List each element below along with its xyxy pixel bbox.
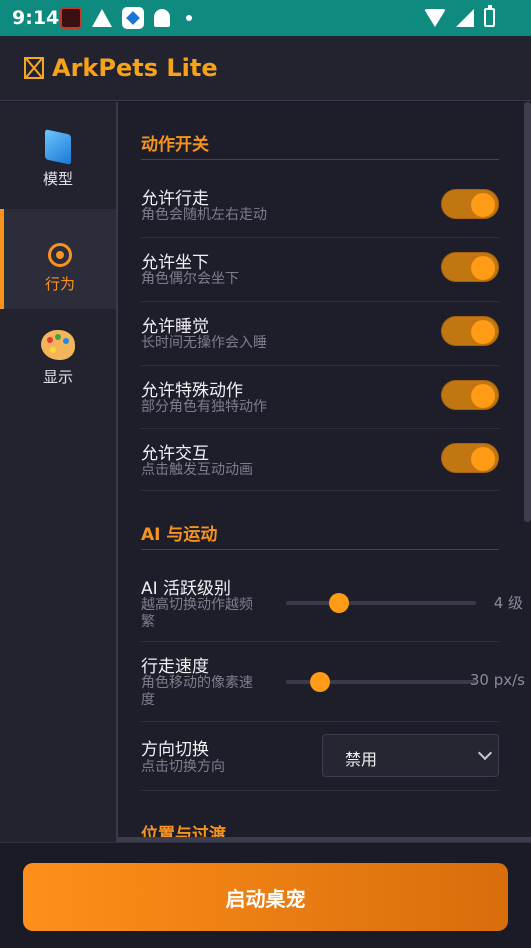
sidebar-item-model[interactable]: 模型 (0, 102, 116, 202)
speed-value: 30 px/s (469, 671, 525, 689)
setting-row-sit: 允许坐下 角色偶尔会坐下 (141, 238, 499, 302)
app-notification-icon (60, 7, 82, 29)
activity-slider[interactable] (286, 593, 476, 613)
gear-icon (48, 243, 72, 267)
status-system-icons (424, 5, 495, 27)
setting-title: 行走速度 (141, 657, 209, 677)
setting-subtitle: 长时间无操作会入睡 (141, 335, 267, 351)
app-title: ArkPets Lite (52, 54, 218, 82)
status-time: 9:14 (12, 7, 60, 29)
setting-title: 允许坐下 (141, 253, 209, 273)
speed-slider[interactable] (286, 672, 476, 692)
section-title-ai: AI 与运动 (141, 525, 218, 545)
folder-icon (45, 129, 71, 165)
setting-row-direction: 方向切换 点击切换方向 禁用 (141, 722, 499, 791)
setting-row-sleep: 允许睡觉 长时间无操作会入睡 (141, 302, 499, 366)
sidebar: 模型 行为 显示 (0, 102, 116, 842)
wifi-icon (424, 8, 446, 27)
warning-icon (92, 9, 112, 27)
setting-row-interact: 允许交互 点击触发互动动画 (141, 429, 499, 491)
logo-icon (24, 57, 44, 79)
activity-slider-thumb[interactable] (329, 593, 350, 613)
sidebar-item-behavior[interactable]: 行为 (0, 209, 116, 309)
speed-slider-thumb[interactable] (310, 672, 331, 692)
setting-subtitle: 越高切换动作越频繁 (141, 597, 253, 630)
section-title-motion: 动作开关 (141, 135, 209, 155)
setting-subtitle: 点击触发互动动画 (141, 462, 253, 478)
sidebar-item-label: 行为 (44, 275, 75, 293)
setting-subtitle: 部分角色有独特动作 (141, 399, 267, 415)
signal-icon (456, 8, 474, 27)
setting-subtitle: 角色移动的像素速度 (141, 675, 253, 708)
toggle-allow-walk[interactable] (441, 189, 499, 219)
sidebar-item-label: 模型 (42, 170, 73, 188)
setting-subtitle: 角色偶尔会坐下 (141, 271, 239, 287)
setting-title: 允许特殊动作 (141, 381, 243, 401)
bell-icon (154, 9, 170, 27)
sidebar-item-label: 显示 (42, 368, 73, 386)
direction-select-value: 禁用 (345, 750, 378, 769)
setting-title: 方向切换 (141, 740, 209, 760)
setting-title: 允许行走 (141, 189, 209, 209)
setting-title: 允许交互 (141, 444, 209, 464)
start-pet-button[interactable]: 启动桌宠 (23, 863, 508, 931)
palette-icon (41, 330, 75, 360)
battery-icon (484, 5, 495, 27)
section-divider (141, 549, 499, 550)
layers-app-icon (122, 7, 144, 29)
setting-row-speed: 行走速度 角色移动的像素速度 30 px/s (141, 642, 525, 722)
sidebar-item-display[interactable]: 显示 (0, 302, 116, 402)
toggle-allow-interact[interactable] (441, 443, 499, 473)
setting-subtitle: 角色会随机左右走动 (141, 207, 267, 223)
setting-row-walk: 允许行走 角色会随机左右走动 (141, 174, 499, 238)
direction-select[interactable]: 禁用 (322, 734, 499, 777)
setting-title: 允许睡觉 (141, 317, 209, 337)
vertical-scrollbar[interactable] (524, 102, 531, 522)
toggle-allow-sleep[interactable] (441, 316, 499, 346)
toggle-allow-special[interactable] (441, 380, 499, 410)
footer: 启动桌宠 (0, 842, 531, 948)
toggle-allow-sit[interactable] (441, 252, 499, 282)
status-bar: 9:14 (0, 0, 531, 36)
setting-title: AI 活跃级别 (141, 579, 232, 599)
setting-row-activity: AI 活跃级别 越高切换动作越频繁 4 级 (141, 564, 523, 642)
setting-subtitle: 点击切换方向 (141, 759, 225, 775)
chevron-down-icon (477, 745, 493, 761)
setting-row-special: 允许特殊动作 部分角色有独特动作 (141, 366, 499, 429)
app-header: ArkPets Lite (0, 36, 531, 101)
settings-content[interactable]: 动作开关 允许行走 角色会随机左右走动 允许坐下 角色偶尔会坐下 允许睡觉 长时… (118, 102, 531, 842)
status-notification-icons (60, 7, 192, 29)
activity-value: 4 级 (493, 594, 523, 612)
more-notifications-dot-icon (186, 15, 192, 21)
section-divider (141, 159, 499, 160)
